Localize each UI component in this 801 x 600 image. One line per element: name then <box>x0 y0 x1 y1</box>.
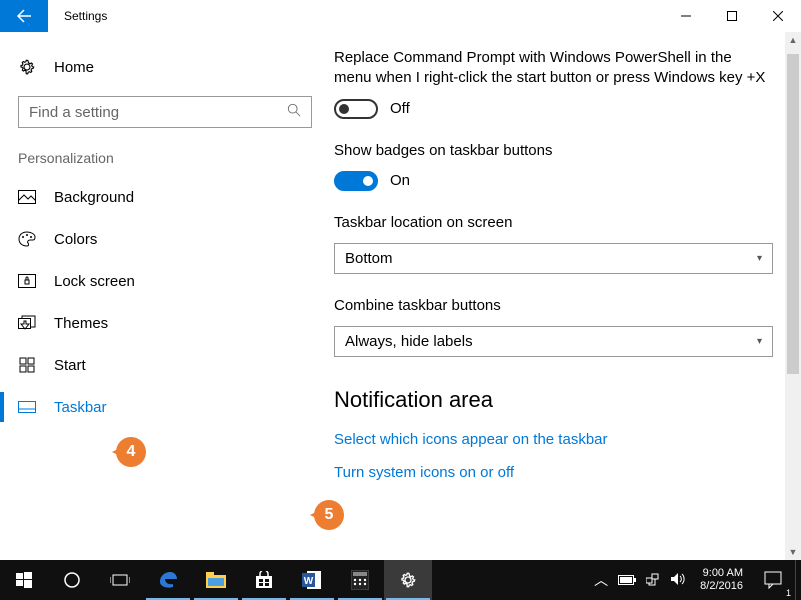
window-controls <box>663 0 801 32</box>
notification-area-heading: Notification area <box>334 387 773 413</box>
cortana-icon <box>63 571 81 589</box>
powershell-state: Off <box>390 100 410 117</box>
badges-description: Show badges on taskbar buttons <box>334 141 773 161</box>
powershell-description: Replace Command Prompt with Windows Powe… <box>334 48 773 89</box>
word-icon: W <box>302 570 322 590</box>
sidebar-item-background[interactable]: Background <box>0 176 330 218</box>
sidebar-item-themes[interactable]: Themes <box>0 302 330 344</box>
settings-app[interactable] <box>384 560 432 600</box>
system-tray: ︿ <box>594 570 692 590</box>
sidebar-item-label: Colors <box>54 231 97 248</box>
category-label: Personalization <box>0 144 330 176</box>
search-placeholder: Find a setting <box>29 104 119 121</box>
action-center-button[interactable]: 1 <box>751 560 795 600</box>
windows-logo-icon <box>16 572 32 588</box>
clock-time: 9:00 AM <box>700 567 743 580</box>
content-pane: Replace Command Prompt with Windows Powe… <box>330 32 801 560</box>
palette-icon <box>18 230 36 248</box>
sidebar-item-label: Background <box>54 189 134 206</box>
scroll-down-icon[interactable]: ▼ <box>785 544 801 560</box>
sidebar-item-lock-screen[interactable]: Lock screen <box>0 260 330 302</box>
sidebar: Home Find a setting Personalization Back… <box>0 32 330 560</box>
action-center-badge: 1 <box>786 588 791 598</box>
search-icon <box>287 103 301 121</box>
themes-icon <box>18 314 36 332</box>
minimize-button[interactable] <box>663 0 709 32</box>
home-nav[interactable]: Home <box>0 48 330 86</box>
sidebar-item-label: Themes <box>54 315 108 332</box>
annotation-4: 4 <box>116 437 146 467</box>
volume-icon[interactable] <box>670 572 686 589</box>
battery-icon[interactable] <box>618 572 636 588</box>
action-center-icon <box>764 571 782 589</box>
app-body: Home Find a setting Personalization Back… <box>0 32 801 560</box>
file-explorer-app[interactable] <box>192 560 240 600</box>
gear-icon <box>18 58 36 76</box>
annotation-5: 5 <box>314 500 344 530</box>
sidebar-item-label: Start <box>54 357 86 374</box>
store-icon <box>255 571 273 589</box>
badges-toggle[interactable] <box>334 171 378 191</box>
turn-system-icons-link[interactable]: Turn system icons on or off <box>334 464 773 481</box>
word-app[interactable]: W <box>288 560 336 600</box>
back-button[interactable] <box>0 0 48 32</box>
titlebar: Settings <box>0 0 801 32</box>
windows-taskbar: W ︿ 9:00 AM 8/2/2016 1 <box>0 560 801 600</box>
lock-frame-icon <box>18 272 36 290</box>
arrow-left-icon <box>16 8 32 24</box>
combine-buttons-label: Combine taskbar buttons <box>334 296 773 316</box>
task-view-button[interactable] <box>96 560 144 600</box>
maximize-button[interactable] <box>709 0 755 32</box>
sidebar-item-taskbar[interactable]: Taskbar <box>0 386 330 428</box>
svg-text:W: W <box>304 576 314 587</box>
sidebar-item-colors[interactable]: Colors <box>0 218 330 260</box>
tray-chevron-up-icon[interactable]: ︿ <box>594 570 608 590</box>
sidebar-item-label: Taskbar <box>54 399 107 416</box>
select-icons-link[interactable]: Select which icons appear on the taskbar <box>334 431 773 448</box>
edge-app[interactable] <box>144 560 192 600</box>
clock-date: 8/2/2016 <box>700 580 743 593</box>
calculator-icon <box>351 570 369 590</box>
task-view-icon <box>110 573 130 587</box>
taskbar-icon <box>18 398 36 416</box>
scrollbar-thumb[interactable] <box>787 54 799 374</box>
dropdown-value: Bottom <box>345 250 393 267</box>
home-label: Home <box>54 59 94 76</box>
taskbar-location-label: Taskbar location on screen <box>334 213 773 233</box>
sidebar-item-start[interactable]: Start <box>0 344 330 386</box>
scroll-up-icon[interactable]: ▲ <box>785 32 801 48</box>
chevron-down-icon: ▾ <box>757 336 762 347</box>
cortana-button[interactable] <box>48 560 96 600</box>
picture-icon <box>18 188 36 206</box>
taskbar-clock[interactable]: 9:00 AM 8/2/2016 <box>692 567 751 592</box>
network-icon[interactable] <box>646 572 660 589</box>
scrollbar[interactable]: ▲ ▼ <box>785 32 801 560</box>
badges-state: On <box>390 172 410 189</box>
folder-icon <box>206 572 226 588</box>
powershell-toggle[interactable] <box>334 99 378 119</box>
edge-icon <box>158 570 178 590</box>
search-input[interactable]: Find a setting <box>18 96 312 128</box>
start-grid-icon <box>18 356 36 374</box>
sidebar-item-label: Lock screen <box>54 273 135 290</box>
show-desktop-button[interactable] <box>795 560 801 600</box>
window-title: Settings <box>64 9 663 23</box>
close-button[interactable] <box>755 0 801 32</box>
gear-icon <box>399 571 417 589</box>
combine-buttons-dropdown[interactable]: Always, hide labels ▾ <box>334 326 773 357</box>
dropdown-value: Always, hide labels <box>345 333 473 350</box>
chevron-down-icon: ▾ <box>757 253 762 264</box>
taskbar-location-dropdown[interactable]: Bottom ▾ <box>334 243 773 274</box>
start-button[interactable] <box>0 560 48 600</box>
store-app[interactable] <box>240 560 288 600</box>
calculator-app[interactable] <box>336 560 384 600</box>
